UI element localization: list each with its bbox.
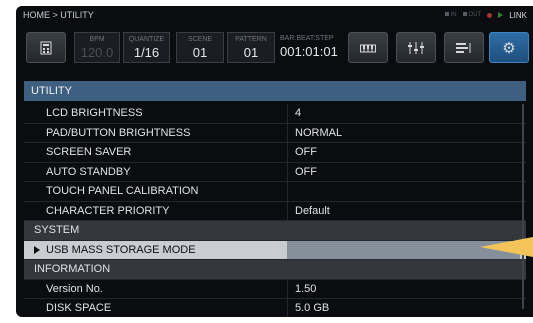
setting-row-touch-panel-calibration[interactable]: TOUCH PANEL CALIBRATION (24, 182, 526, 202)
section-header-label: INFORMATION (34, 263, 111, 275)
setting-value: Default (295, 204, 330, 217)
section-header-information: INFORMATION (24, 260, 526, 280)
setting-name: CHARACTER PRIORITY (46, 204, 170, 217)
setting-value: OFF (295, 165, 317, 178)
bar-beat-step-field[interactable]: BAR:BEAT:STEP 001:01:01 (280, 32, 344, 63)
setting-name: PAD/BUTTON BRIGHTNESS (46, 126, 191, 139)
section-header-system: SYSTEM (24, 221, 526, 241)
callout-pointer (480, 237, 533, 257)
midi-in-label: IN (450, 12, 457, 18)
bpm-value: 120.0 (80, 45, 114, 60)
setting-name: AUTO STANDBY (46, 165, 131, 178)
midi-out-indicator: OUT (462, 12, 482, 18)
pattern-label: PATTERN (235, 36, 267, 43)
toolbar: BPM 120.0 QUANTIZE 1/16 SCENE 01 PATTERN… (16, 25, 533, 67)
setting-row-usb-mass-storage-mode[interactable]: USB MASS STORAGE MODE (24, 240, 526, 260)
quantize-label: QUANTIZE (128, 36, 165, 43)
section-header-utility: UTILITY (24, 81, 526, 101)
calculator-button[interactable] (26, 32, 66, 63)
calculator-icon (40, 41, 52, 54)
bar-beat-step-label: BAR:BEAT:STEP (280, 35, 334, 42)
setting-row-character-priority[interactable]: CHARACTER PRIORITY Default (24, 201, 526, 221)
setting-row-pad-button-brightness[interactable]: PAD/BUTTON BRIGHTNESS NORMAL (24, 123, 526, 143)
quantize-field[interactable]: QUANTIZE 1/16 (123, 32, 170, 63)
record-indicator-icon (487, 12, 493, 18)
utility-button[interactable]: ⚙ (489, 32, 529, 63)
pattern-field[interactable]: PATTERN 01 (227, 32, 275, 63)
settings-list: LCD BRIGHTNESS 4 PAD/BUTTON BRIGHTNESS N… (24, 104, 526, 317)
selection-arrow-icon (34, 245, 40, 254)
setting-value: OFF (295, 146, 317, 158)
section-header-label: SYSTEM (34, 224, 80, 236)
keyboard-icon (360, 44, 376, 52)
status-indicators: IN OUT LINK (444, 6, 527, 24)
mixer-button[interactable] (396, 32, 436, 63)
setting-row-screen-saver[interactable]: SCREEN SAVER OFF (24, 143, 526, 163)
bar-beat-step-value: 001:01:01 (280, 44, 338, 59)
midi-out-label: OUT (468, 12, 482, 18)
link-indicator: LINK (509, 10, 527, 20)
info-value: 1.50 (295, 282, 317, 295)
setting-name: USB MASS STORAGE MODE (46, 243, 196, 256)
setting-row-auto-standby[interactable]: AUTO STANDBY OFF (24, 162, 526, 182)
scrollbar[interactable] (522, 104, 524, 309)
info-row-disk-space: DISK SPACE 5.0 GB (24, 299, 526, 317)
info-name: DISK SPACE (46, 302, 112, 314)
setting-value: 4 (295, 107, 302, 119)
sequence-icon (456, 42, 471, 53)
setting-name: TOUCH PANEL CALIBRATION (46, 185, 199, 197)
play-indicator-icon (498, 12, 504, 18)
scene-field[interactable]: SCENE 01 (176, 32, 224, 63)
quantize-value: 1/16 (133, 45, 160, 60)
bpm-label: BPM (89, 36, 105, 43)
pattern-value: 01 (243, 45, 259, 60)
midi-in-indicator: IN (444, 12, 457, 18)
sequence-button[interactable] (444, 32, 484, 63)
keyboard-button[interactable] (348, 32, 388, 63)
scene-value: 01 (192, 45, 208, 60)
scene-label: SCENE (187, 36, 213, 43)
setting-row-lcd-brightness[interactable]: LCD BRIGHTNESS 4 (24, 104, 526, 124)
setting-name: LCD BRIGHTNESS (46, 107, 143, 119)
info-name: Version No. (46, 282, 103, 295)
setting-value: NORMAL (295, 126, 343, 139)
device-screen: HOME > UTILITY IN OUT LINK BPM 120.0 QUA… (16, 6, 533, 317)
gear-icon: ⚙ (502, 39, 516, 57)
mixer-icon (408, 41, 424, 54)
setting-name: SCREEN SAVER (46, 146, 132, 158)
bpm-field[interactable]: BPM 120.0 (74, 32, 120, 63)
info-row-version: Version No. 1.50 (24, 279, 526, 299)
info-value: 5.0 GB (295, 302, 330, 314)
